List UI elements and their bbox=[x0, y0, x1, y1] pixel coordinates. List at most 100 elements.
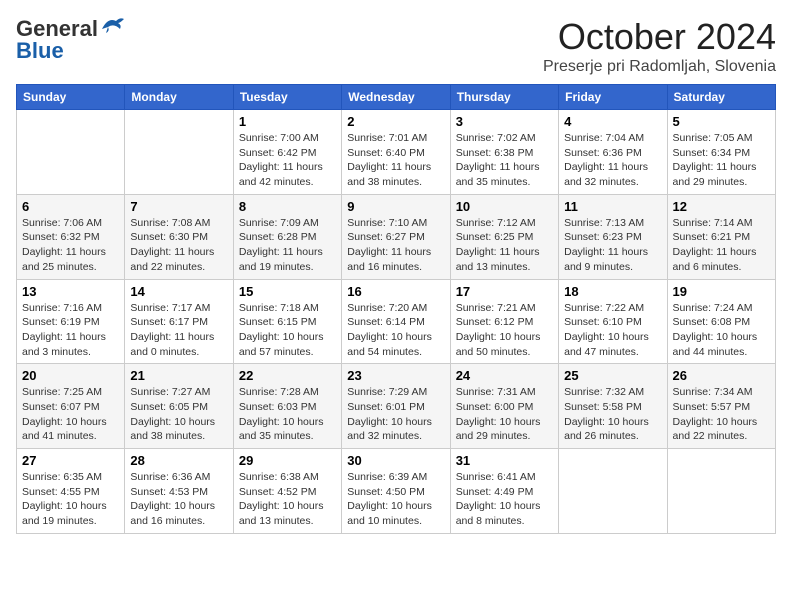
day-info: Sunrise: 7:00 AM Sunset: 6:42 PM Dayligh… bbox=[239, 131, 336, 190]
day-number: 8 bbox=[239, 199, 336, 214]
day-number: 4 bbox=[564, 114, 661, 129]
calendar-cell: 29Sunrise: 6:38 AM Sunset: 4:52 PM Dayli… bbox=[233, 449, 341, 534]
month-title: October 2024 bbox=[543, 16, 776, 58]
calendar-cell: 22Sunrise: 7:28 AM Sunset: 6:03 PM Dayli… bbox=[233, 364, 341, 449]
day-number: 15 bbox=[239, 284, 336, 299]
day-number: 11 bbox=[564, 199, 661, 214]
calendar-cell: 2 Sunrise: 7:01 AM Sunset: 6:40 PM Daylig… bbox=[342, 110, 450, 195]
logo-blue: Blue bbox=[16, 38, 64, 64]
day-info: Sunrise: 7:17 AM Sunset: 6:17 PM Dayligh… bbox=[130, 301, 227, 360]
calendar-cell: 12 Sunrise: 7:14 AM Sunset: 6:21 PM Dayli… bbox=[667, 194, 775, 279]
weekday-header: Saturday bbox=[667, 85, 775, 110]
day-info: Sunrise: 7:31 AM Sunset: 6:00 PM Dayligh… bbox=[456, 385, 553, 444]
calendar-cell: 6 Sunrise: 7:06 AM Sunset: 6:32 PM Daylig… bbox=[17, 194, 125, 279]
day-info: Sunrise: 7:12 AM Sunset: 6:25 PM Dayligh… bbox=[456, 216, 553, 275]
day-info: Sunrise: 6:41 AM Sunset: 4:49 PM Dayligh… bbox=[456, 470, 553, 529]
day-number: 18 bbox=[564, 284, 661, 299]
calendar-week-row: 13 Sunrise: 7:16 AM Sunset: 6:19 PM Dayli… bbox=[17, 279, 776, 364]
day-info: Sunrise: 7:32 AM Sunset: 5:58 PM Dayligh… bbox=[564, 385, 661, 444]
day-info: Sunrise: 7:16 AM Sunset: 6:19 PM Dayligh… bbox=[22, 301, 119, 360]
day-number: 31 bbox=[456, 453, 553, 468]
day-number: 28 bbox=[130, 453, 227, 468]
calendar-cell: 3 Sunrise: 7:02 AM Sunset: 6:38 PM Daylig… bbox=[450, 110, 558, 195]
day-number: 13 bbox=[22, 284, 119, 299]
calendar-cell: 25 Sunrise: 7:32 AM Sunset: 5:58 PM Dayli… bbox=[559, 364, 667, 449]
calendar-cell: 19 Sunrise: 7:24 AM Sunset: 6:08 PM Dayli… bbox=[667, 279, 775, 364]
calendar-cell bbox=[559, 449, 667, 534]
day-info: Sunrise: 7:27 AM Sunset: 6:05 PM Dayligh… bbox=[130, 385, 227, 444]
day-info: Sunrise: 7:10 AM Sunset: 6:27 PM Dayligh… bbox=[347, 216, 444, 275]
calendar-cell: 14 Sunrise: 7:17 AM Sunset: 6:17 PM Dayli… bbox=[125, 279, 233, 364]
calendar-week-row: 6 Sunrise: 7:06 AM Sunset: 6:32 PM Daylig… bbox=[17, 194, 776, 279]
day-info: Sunrise: 7:24 AM Sunset: 6:08 PM Dayligh… bbox=[673, 301, 770, 360]
weekday-header: Wednesday bbox=[342, 85, 450, 110]
day-info: Sunrise: 7:14 AM Sunset: 6:21 PM Dayligh… bbox=[673, 216, 770, 275]
calendar-week-row: 27 Sunrise: 6:35 AM Sunset: 4:55 PM Dayli… bbox=[17, 449, 776, 534]
day-number: 1 bbox=[239, 114, 336, 129]
calendar-header-row: SundayMondayTuesdayWednesdayThursdayFrid… bbox=[17, 85, 776, 110]
calendar-cell bbox=[125, 110, 233, 195]
day-number: 16 bbox=[347, 284, 444, 299]
day-info: Sunrise: 7:02 AM Sunset: 6:38 PM Dayligh… bbox=[456, 131, 553, 190]
weekday-header: Monday bbox=[125, 85, 233, 110]
calendar-cell: 20 Sunrise: 7:25 AM Sunset: 6:07 PM Dayli… bbox=[17, 364, 125, 449]
day-number: 23 bbox=[347, 368, 444, 383]
day-number: 10 bbox=[456, 199, 553, 214]
title-block: October 2024 Preserje pri Radomljah, Slo… bbox=[543, 16, 776, 76]
day-info: Sunrise: 7:29 AM Sunset: 6:01 PM Dayligh… bbox=[347, 385, 444, 444]
day-number: 20 bbox=[22, 368, 119, 383]
day-info: Sunrise: 7:06 AM Sunset: 6:32 PM Dayligh… bbox=[22, 216, 119, 275]
day-info: Sunrise: 7:13 AM Sunset: 6:23 PM Dayligh… bbox=[564, 216, 661, 275]
day-number: 12 bbox=[673, 199, 770, 214]
day-info: Sunrise: 7:08 AM Sunset: 6:30 PM Dayligh… bbox=[130, 216, 227, 275]
logo-bird-icon bbox=[100, 15, 126, 37]
calendar-cell bbox=[667, 449, 775, 534]
day-info: Sunrise: 7:09 AM Sunset: 6:28 PM Dayligh… bbox=[239, 216, 336, 275]
calendar-cell: 17 Sunrise: 7:21 AM Sunset: 6:12 PM Dayli… bbox=[450, 279, 558, 364]
calendar-cell: 27 Sunrise: 6:35 AM Sunset: 4:55 PM Dayli… bbox=[17, 449, 125, 534]
day-info: Sunrise: 7:34 AM Sunset: 5:57 PM Dayligh… bbox=[673, 385, 770, 444]
calendar-cell: 8 Sunrise: 7:09 AM Sunset: 6:28 PM Daylig… bbox=[233, 194, 341, 279]
day-number: 2 bbox=[347, 114, 444, 129]
weekday-header: Tuesday bbox=[233, 85, 341, 110]
day-info: Sunrise: 7:18 AM Sunset: 6:15 PM Dayligh… bbox=[239, 301, 336, 360]
day-number: 3 bbox=[456, 114, 553, 129]
day-info: Sunrise: 7:20 AM Sunset: 6:14 PM Dayligh… bbox=[347, 301, 444, 360]
calendar-cell: 24 Sunrise: 7:31 AM Sunset: 6:00 PM Dayli… bbox=[450, 364, 558, 449]
calendar-cell: 16 Sunrise: 7:20 AM Sunset: 6:14 PM Dayli… bbox=[342, 279, 450, 364]
day-info: Sunrise: 6:39 AM Sunset: 4:50 PM Dayligh… bbox=[347, 470, 444, 529]
day-number: 17 bbox=[456, 284, 553, 299]
calendar-cell: 28Sunrise: 6:36 AM Sunset: 4:53 PM Dayli… bbox=[125, 449, 233, 534]
calendar-week-row: 20 Sunrise: 7:25 AM Sunset: 6:07 PM Dayli… bbox=[17, 364, 776, 449]
location: Preserje pri Radomljah, Slovenia bbox=[543, 58, 776, 76]
day-info: Sunrise: 6:35 AM Sunset: 4:55 PM Dayligh… bbox=[22, 470, 119, 529]
day-info: Sunrise: 7:04 AM Sunset: 6:36 PM Dayligh… bbox=[564, 131, 661, 190]
calendar-cell: 30 Sunrise: 6:39 AM Sunset: 4:50 PM Dayli… bbox=[342, 449, 450, 534]
day-number: 30 bbox=[347, 453, 444, 468]
day-info: Sunrise: 7:21 AM Sunset: 6:12 PM Dayligh… bbox=[456, 301, 553, 360]
day-info: Sunrise: 7:22 AM Sunset: 6:10 PM Dayligh… bbox=[564, 301, 661, 360]
day-info: Sunrise: 7:01 AM Sunset: 6:40 PM Dayligh… bbox=[347, 131, 444, 190]
calendar-cell: 21 Sunrise: 7:27 AM Sunset: 6:05 PM Dayli… bbox=[125, 364, 233, 449]
page-header: General Blue October 2024 Preserje pri R… bbox=[16, 16, 776, 76]
day-number: 21 bbox=[130, 368, 227, 383]
calendar-cell: 26Sunrise: 7:34 AM Sunset: 5:57 PM Dayli… bbox=[667, 364, 775, 449]
day-number: 9 bbox=[347, 199, 444, 214]
day-number: 24 bbox=[456, 368, 553, 383]
day-number: 29 bbox=[239, 453, 336, 468]
calendar-cell: 4 Sunrise: 7:04 AM Sunset: 6:36 PM Daylig… bbox=[559, 110, 667, 195]
day-number: 27 bbox=[22, 453, 119, 468]
weekday-header: Thursday bbox=[450, 85, 558, 110]
calendar-table: SundayMondayTuesdayWednesdayThursdayFrid… bbox=[16, 84, 776, 534]
weekday-header: Friday bbox=[559, 85, 667, 110]
calendar-cell: 23 Sunrise: 7:29 AM Sunset: 6:01 PM Dayli… bbox=[342, 364, 450, 449]
day-number: 6 bbox=[22, 199, 119, 214]
calendar-cell bbox=[17, 110, 125, 195]
day-number: 19 bbox=[673, 284, 770, 299]
calendar-cell: 18 Sunrise: 7:22 AM Sunset: 6:10 PM Dayli… bbox=[559, 279, 667, 364]
calendar-cell: 7Sunrise: 7:08 AM Sunset: 6:30 PM Daylig… bbox=[125, 194, 233, 279]
day-number: 25 bbox=[564, 368, 661, 383]
calendar-cell: 11 Sunrise: 7:13 AM Sunset: 6:23 PM Dayli… bbox=[559, 194, 667, 279]
day-info: Sunrise: 7:25 AM Sunset: 6:07 PM Dayligh… bbox=[22, 385, 119, 444]
day-number: 14 bbox=[130, 284, 227, 299]
